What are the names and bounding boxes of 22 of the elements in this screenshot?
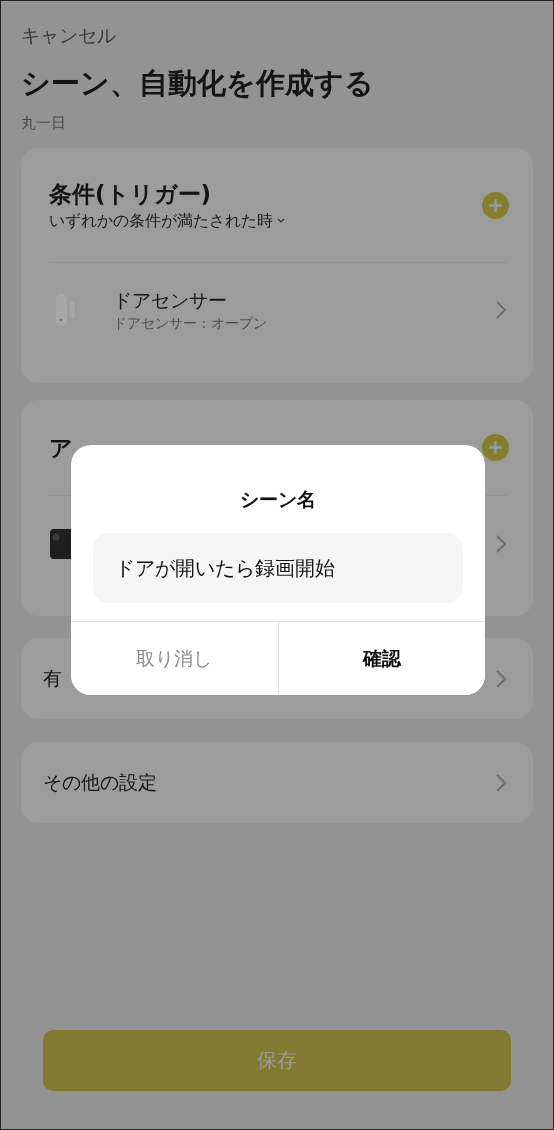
add-button[interactable] xyxy=(482,434,509,461)
section-title: ア xyxy=(49,433,73,463)
cancel-link[interactable]: キャンセル xyxy=(21,21,116,49)
condition-mode-dropdown[interactable]: いずれかの条件が満たされた時 xyxy=(49,210,285,232)
chevron-right-icon xyxy=(495,772,507,793)
section-title: 条件(トリガー) xyxy=(49,180,213,209)
chevron-right-icon xyxy=(495,668,507,689)
scene-name-field[interactable]: ドアが開いたら録画開始 xyxy=(93,533,463,603)
chevron-right-icon xyxy=(495,534,507,554)
settings-row[interactable]: その他の設定 xyxy=(21,742,533,823)
plus-icon xyxy=(488,197,503,213)
chevron-right-icon xyxy=(495,300,507,320)
dialog-title: シーン名 xyxy=(240,487,316,511)
device-name: ドアセンサー xyxy=(113,288,228,313)
plus-icon xyxy=(488,440,503,455)
page-title: シーン、自動化を作成する xyxy=(21,65,375,102)
schedule-text: 丸一日 xyxy=(21,113,66,133)
door-sensor-icon xyxy=(55,293,77,327)
caret-icon xyxy=(277,218,285,224)
device-state: ドアセンサー : オープン xyxy=(113,314,268,333)
add-button[interactable] xyxy=(482,191,509,219)
confirm-button[interactable]: 確認 xyxy=(277,622,485,695)
